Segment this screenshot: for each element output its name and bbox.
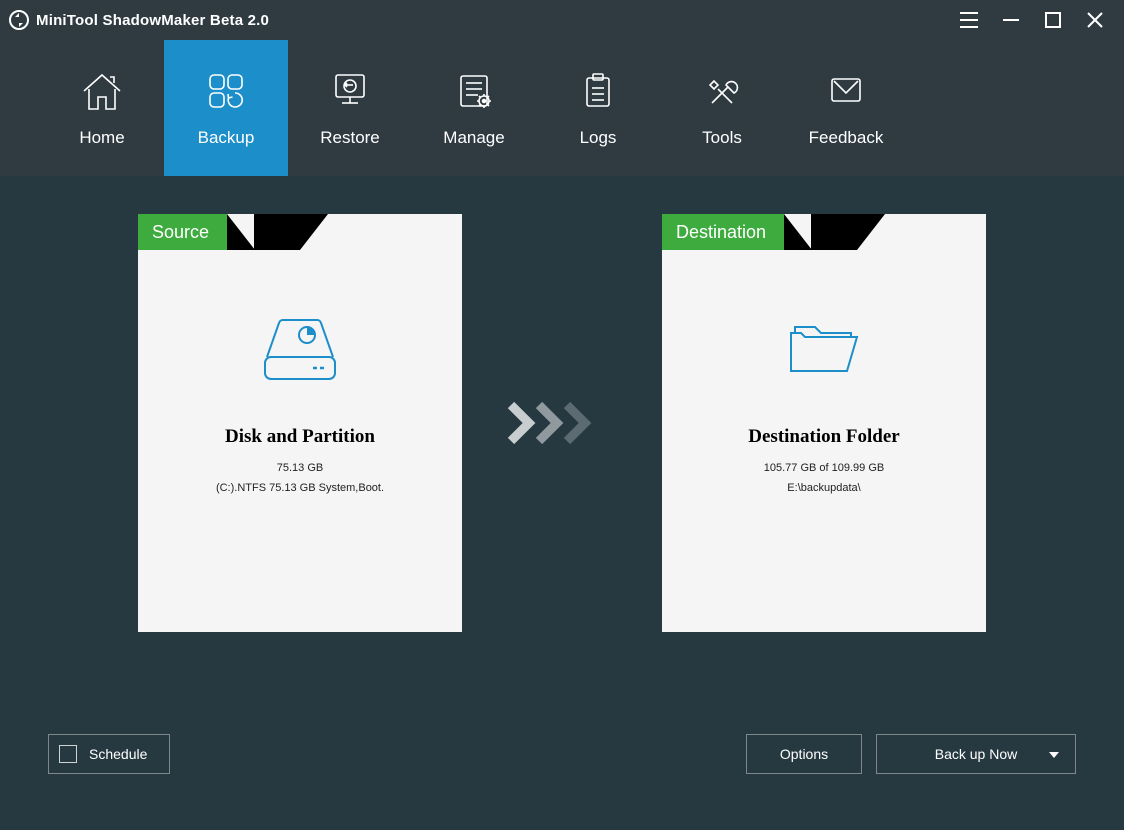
destination-path: E:\backupdata\ <box>787 482 860 494</box>
destination-panel-body: Destination Folder 105.77 GB of 109.99 G… <box>662 250 986 632</box>
nav-label: Home <box>79 128 124 148</box>
destination-panel[interactable]: Destination Destination Folder 105.77 GB… <box>662 214 986 632</box>
footer: Schedule Options Back up Now <box>0 730 1124 830</box>
home-icon <box>79 68 125 114</box>
destination-tab-header: Destination <box>662 214 885 250</box>
nav-restore[interactable]: Restore <box>288 40 412 176</box>
nav-label: Tools <box>702 128 742 148</box>
main-content: Source Disk and Partition 75.13 GB (C:).… <box>0 176 1124 730</box>
logs-icon <box>575 68 621 114</box>
destination-size: 105.77 GB of 109.99 GB <box>764 462 884 474</box>
nav-tools[interactable]: Tools <box>660 40 784 176</box>
minimize-icon <box>1002 11 1020 29</box>
nav-label: Restore <box>320 128 380 148</box>
source-panel[interactable]: Source Disk and Partition 75.13 GB (C:).… <box>138 214 462 632</box>
nav-backup[interactable]: Backup <box>164 40 288 176</box>
schedule-label: Schedule <box>89 746 147 762</box>
caret-down-icon <box>1049 746 1059 762</box>
backup-now-label: Back up Now <box>935 746 1017 762</box>
nav-home[interactable]: Home <box>40 40 164 176</box>
disk-icon <box>257 310 343 388</box>
source-size: 75.13 GB <box>277 462 323 474</box>
nav-feedback[interactable]: Feedback <box>784 40 908 176</box>
backup-now-button[interactable]: Back up Now <box>876 734 1076 774</box>
close-icon <box>1086 11 1104 29</box>
menu-button[interactable] <box>948 0 990 40</box>
hamburger-icon <box>959 11 979 29</box>
schedule-button[interactable]: Schedule <box>48 734 170 774</box>
source-title: Disk and Partition <box>225 426 375 448</box>
chevrons-right-icon <box>507 401 617 445</box>
app-logo-icon <box>8 9 30 31</box>
nav-manage[interactable]: Manage <box>412 40 536 176</box>
tools-icon <box>699 68 745 114</box>
destination-tab-label: Destination <box>662 214 784 250</box>
backup-icon <box>203 68 249 114</box>
nav-label: Logs <box>580 128 617 148</box>
titlebar: MiniTool ShadowMaker Beta 2.0 <box>0 0 1124 40</box>
nav-label: Feedback <box>809 128 884 148</box>
nav-logs[interactable]: Logs <box>536 40 660 176</box>
options-label: Options <box>780 746 828 762</box>
source-panel-body: Disk and Partition 75.13 GB (C:).NTFS 75… <box>138 250 462 632</box>
minimize-button[interactable] <box>990 0 1032 40</box>
feedback-icon <box>823 68 869 114</box>
folder-icon <box>781 310 867 388</box>
close-button[interactable] <box>1074 0 1116 40</box>
source-detail: (C:).NTFS 75.13 GB System,Boot. <box>216 482 384 494</box>
source-tab-header: Source <box>138 214 328 250</box>
arrow-indicator <box>502 401 622 445</box>
navbar: Home Backup Restore <box>0 40 1124 176</box>
restore-icon <box>327 68 373 114</box>
window-title: MiniTool ShadowMaker Beta 2.0 <box>36 12 269 29</box>
schedule-checkbox[interactable] <box>59 745 77 763</box>
maximize-button[interactable] <box>1032 0 1074 40</box>
options-button[interactable]: Options <box>746 734 862 774</box>
nav-label: Backup <box>198 128 255 148</box>
manage-icon <box>451 68 497 114</box>
destination-title: Destination Folder <box>748 426 899 448</box>
maximize-icon <box>1045 12 1061 28</box>
source-tab-label: Source <box>138 214 227 250</box>
nav-label: Manage <box>443 128 504 148</box>
